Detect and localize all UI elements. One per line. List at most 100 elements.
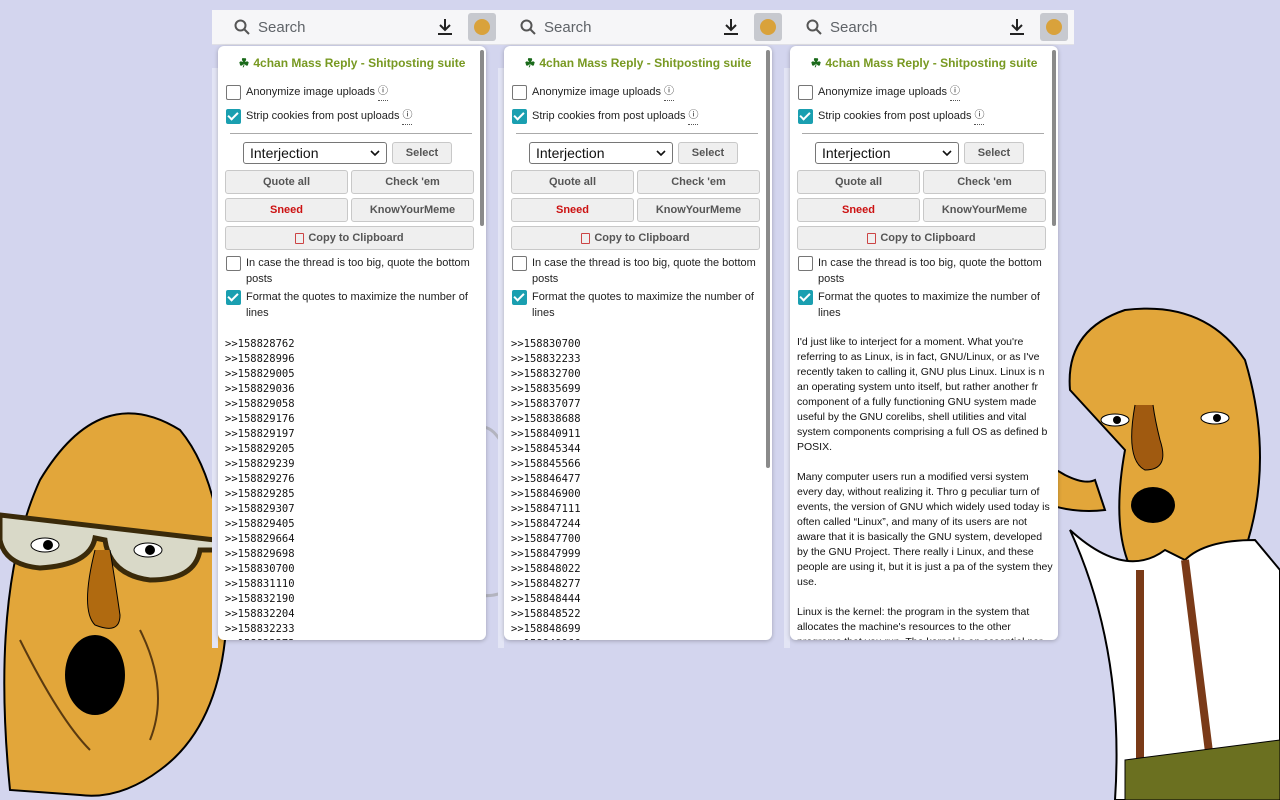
quote-all-button[interactable]: Quote all bbox=[511, 170, 634, 194]
quote-line: >>158837077 bbox=[511, 398, 581, 410]
format-quotes-checkbox[interactable] bbox=[798, 290, 813, 305]
chevron-down-icon bbox=[656, 150, 666, 156]
select-button[interactable]: Select bbox=[392, 142, 452, 164]
dropdown-value: Interjection bbox=[250, 145, 319, 161]
search-icon[interactable] bbox=[806, 19, 822, 35]
dropdown-value: Interjection bbox=[822, 145, 891, 161]
anonymize-option[interactable]: Anonymize image uploads ⓘ bbox=[798, 84, 1046, 101]
output-text-area[interactable]: I'd just like to interject for a moment.… bbox=[797, 335, 1055, 640]
sneed-button[interactable]: Sneed bbox=[797, 198, 920, 222]
quote-line: >>158832204 bbox=[225, 608, 295, 620]
strip-cookies-label: Strip cookies from post uploads bbox=[818, 110, 972, 122]
download-icon[interactable] bbox=[1008, 18, 1026, 36]
quote-line: >>158848277 bbox=[511, 578, 581, 590]
action-buttons: Quote all Check 'em Sneed KnowYourMeme C… bbox=[225, 170, 486, 250]
format-quotes-checkbox[interactable] bbox=[512, 290, 527, 305]
info-icon[interactable]: ⓘ bbox=[402, 108, 413, 125]
select-button[interactable]: Select bbox=[678, 142, 738, 164]
copy-to-clipboard-label: Copy to Clipboard bbox=[880, 232, 976, 244]
bottom-posts-checkbox[interactable] bbox=[226, 256, 241, 271]
bottom-posts-checkbox[interactable] bbox=[512, 256, 527, 271]
quote-line: >>158829239 bbox=[225, 458, 295, 470]
info-icon[interactable]: ⓘ bbox=[688, 108, 699, 125]
copypasta-dropdown[interactable]: Interjection bbox=[529, 142, 673, 164]
bottom-posts-option[interactable]: In case the thread is too big, quote the… bbox=[798, 255, 1046, 287]
quote-line: >>158848522 bbox=[511, 608, 581, 620]
popup-scrollbar[interactable] bbox=[766, 50, 770, 468]
copypasta-paragraph: Linux is the kernel: the program in the … bbox=[797, 606, 1043, 640]
info-icon[interactable]: ⓘ bbox=[664, 84, 675, 101]
quote-line: >>158847999 bbox=[511, 548, 581, 560]
search-input[interactable]: Search bbox=[544, 19, 722, 36]
download-icon[interactable] bbox=[722, 18, 740, 36]
info-icon[interactable]: ⓘ bbox=[378, 84, 389, 101]
search-input[interactable]: Search bbox=[258, 19, 436, 36]
strip-cookies-checkbox[interactable] bbox=[798, 109, 813, 124]
soyjak-extension-icon bbox=[1046, 19, 1062, 35]
strip-cookies-checkbox[interactable] bbox=[512, 109, 527, 124]
search-input[interactable]: Search bbox=[830, 19, 1008, 36]
extension-button[interactable] bbox=[1040, 13, 1068, 41]
quote-line: >>158829005 bbox=[225, 368, 295, 380]
select-button[interactable]: Select bbox=[964, 142, 1024, 164]
copy-to-clipboard-button[interactable]: Copy to Clipboard bbox=[225, 226, 474, 250]
bottom-posts-checkbox[interactable] bbox=[798, 256, 813, 271]
format-quotes-option[interactable]: Format the quotes to maximize the number… bbox=[512, 289, 760, 321]
sneed-button[interactable]: Sneed bbox=[511, 198, 634, 222]
output-text-area[interactable]: >>158830700 >>158832233 >>158832700 >>15883… bbox=[511, 337, 772, 640]
anonymize-option[interactable]: Anonymize image uploads ⓘ bbox=[512, 84, 760, 101]
anonymize-checkbox[interactable] bbox=[512, 85, 527, 100]
popup-scrollbar[interactable] bbox=[1052, 50, 1056, 226]
knowyourmeme-button[interactable]: KnowYourMeme bbox=[923, 198, 1046, 222]
search-icon[interactable] bbox=[234, 19, 250, 35]
strip-cookies-option[interactable]: Strip cookies from post uploads ⓘ bbox=[512, 108, 760, 125]
strip-cookies-option[interactable]: Strip cookies from post uploads ⓘ bbox=[798, 108, 1046, 125]
quote-line: >>158846477 bbox=[511, 473, 581, 485]
anonymize-label: Anonymize image uploads bbox=[818, 86, 948, 98]
bottom-posts-option[interactable]: In case the thread is too big, quote the… bbox=[226, 255, 474, 287]
chevron-down-icon bbox=[370, 150, 380, 156]
divider bbox=[516, 133, 758, 134]
format-quotes-option[interactable]: Format the quotes to maximize the number… bbox=[798, 289, 1046, 321]
quote-all-button[interactable]: Quote all bbox=[225, 170, 348, 194]
copypasta-dropdown[interactable]: Interjection bbox=[815, 142, 959, 164]
knowyourmeme-button[interactable]: KnowYourMeme bbox=[351, 198, 474, 222]
quote-line: >>158832233 bbox=[225, 623, 295, 635]
anonymize-option[interactable]: Anonymize image uploads ⓘ bbox=[226, 84, 474, 101]
extension-button[interactable] bbox=[754, 13, 782, 41]
quote-line: >>158848022 bbox=[511, 563, 581, 575]
popup-scrollbar[interactable] bbox=[480, 50, 484, 226]
quote-line: >>158838688 bbox=[511, 413, 581, 425]
quote-line: >>158845566 bbox=[511, 458, 581, 470]
copy-to-clipboard-label: Copy to Clipboard bbox=[308, 232, 404, 244]
clover-icon: ☘ bbox=[810, 56, 822, 70]
quote-line: >>158829307 bbox=[225, 503, 295, 515]
output-text-area[interactable]: >>158828762 >>158828996 >>158829005 >>15882… bbox=[225, 337, 486, 640]
download-icon[interactable] bbox=[436, 18, 454, 36]
info-icon[interactable]: ⓘ bbox=[950, 84, 961, 101]
bottom-posts-label: In case the thread is too big, quote the… bbox=[246, 257, 470, 285]
browser-column-1: Search ☘ 4chan Mass Reply - Shitposting … bbox=[212, 10, 502, 648]
strip-cookies-label: Strip cookies from post uploads bbox=[246, 110, 400, 122]
format-quotes-option[interactable]: Format the quotes to maximize the number… bbox=[226, 289, 474, 321]
anonymize-checkbox[interactable] bbox=[798, 85, 813, 100]
bottom-posts-option[interactable]: In case the thread is too big, quote the… bbox=[512, 255, 760, 287]
knowyourmeme-button[interactable]: KnowYourMeme bbox=[637, 198, 760, 222]
extension-button[interactable] bbox=[468, 13, 496, 41]
copy-to-clipboard-button[interactable]: Copy to Clipboard bbox=[511, 226, 760, 250]
anonymize-checkbox[interactable] bbox=[226, 85, 241, 100]
strip-cookies-option[interactable]: Strip cookies from post uploads ⓘ bbox=[226, 108, 474, 125]
check-em-button[interactable]: Check 'em bbox=[351, 170, 474, 194]
sneed-button[interactable]: Sneed bbox=[225, 198, 348, 222]
quote-all-button[interactable]: Quote all bbox=[797, 170, 920, 194]
strip-cookies-checkbox[interactable] bbox=[226, 109, 241, 124]
divider bbox=[802, 133, 1044, 134]
check-em-button[interactable]: Check 'em bbox=[923, 170, 1046, 194]
check-em-button[interactable]: Check 'em bbox=[637, 170, 760, 194]
copypasta-dropdown[interactable]: Interjection bbox=[243, 142, 387, 164]
search-icon[interactable] bbox=[520, 19, 536, 35]
format-quotes-checkbox[interactable] bbox=[226, 290, 241, 305]
info-icon[interactable]: ⓘ bbox=[974, 108, 985, 125]
copy-to-clipboard-button[interactable]: Copy to Clipboard bbox=[797, 226, 1046, 250]
copy-to-clipboard-label: Copy to Clipboard bbox=[594, 232, 690, 244]
